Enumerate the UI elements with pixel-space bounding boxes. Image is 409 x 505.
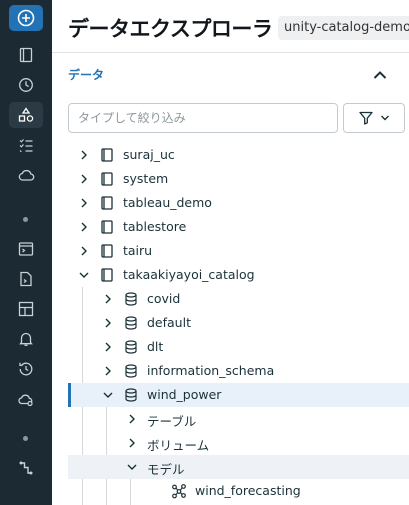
chevron-up-icon[interactable] bbox=[372, 68, 388, 82]
tree-item-label: information_schema bbox=[147, 363, 275, 378]
chevron-right-icon[interactable] bbox=[125, 412, 139, 426]
catalog-book-icon bbox=[101, 172, 113, 186]
sql-warehouses-icon bbox=[18, 394, 33, 407]
sidebar-item-queries[interactable] bbox=[9, 266, 43, 292]
section-title: データ bbox=[68, 68, 105, 82]
chevron-right-icon[interactable] bbox=[101, 316, 115, 330]
tree-item-catalog[interactable]: tairu bbox=[68, 239, 409, 263]
left-sidebar bbox=[0, 0, 52, 505]
chevron-right-icon[interactable] bbox=[101, 364, 115, 378]
tree-item-group[interactable]: モデル bbox=[68, 455, 409, 479]
dashboards-icon bbox=[18, 301, 34, 317]
chevron-right-icon[interactable] bbox=[125, 436, 139, 450]
model-icon bbox=[172, 484, 186, 499]
sidebar-item-compute[interactable] bbox=[9, 162, 43, 188]
sidebar-item-sql-editor[interactable] bbox=[9, 236, 43, 262]
tree-item-label: wind_forecasting bbox=[195, 483, 301, 498]
sql-editor-icon bbox=[18, 242, 34, 256]
sidebar-item-sql-warehouses[interactable] bbox=[9, 386, 43, 412]
queries-icon bbox=[20, 271, 32, 287]
chevron-down-icon[interactable] bbox=[101, 388, 115, 402]
tree-item-label: wind_power bbox=[147, 387, 222, 402]
chevron-right-icon[interactable] bbox=[101, 340, 115, 354]
workspace-badge: unity-catalog-demo bbox=[278, 16, 409, 40]
workflows-icon bbox=[19, 139, 33, 153]
compute-icon bbox=[18, 169, 35, 181]
tree-item-label: default bbox=[147, 315, 191, 330]
partner-connect-icon bbox=[19, 461, 33, 475]
tree-item-schema[interactable]: covid bbox=[68, 287, 409, 311]
tree-item-catalog[interactable]: takaakiyayoi_catalog bbox=[68, 263, 409, 287]
tree-item-label: モデル bbox=[147, 462, 185, 477]
tree-item-schema[interactable]: default bbox=[68, 311, 409, 335]
chevron-right-icon[interactable] bbox=[77, 196, 91, 210]
database-icon bbox=[125, 364, 137, 378]
tree-item-group[interactable]: ボリューム bbox=[68, 431, 409, 455]
catalog-book-icon bbox=[101, 148, 113, 162]
new-button[interactable] bbox=[9, 5, 43, 31]
alerts-icon bbox=[19, 332, 33, 346]
tree-item-schema[interactable]: information_schema bbox=[68, 359, 409, 383]
tree-item-catalog[interactable]: tablestore bbox=[68, 215, 409, 239]
tree-item-label: covid bbox=[147, 291, 181, 306]
catalog-book-icon bbox=[101, 220, 113, 234]
chevron-right-icon[interactable] bbox=[77, 148, 91, 162]
sidebar-item-recents[interactable] bbox=[9, 72, 43, 98]
data-explorer-panel: データエクスプローラ unity-catalog-demo データ suraj_… bbox=[52, 0, 409, 505]
catalog-icon bbox=[18, 107, 34, 122]
tree-item-label: dlt bbox=[147, 339, 164, 354]
database-icon bbox=[125, 292, 137, 306]
sidebar-separator-dot bbox=[23, 217, 28, 222]
chevron-right-icon[interactable] bbox=[77, 220, 91, 234]
chevron-down-icon[interactable] bbox=[125, 460, 139, 474]
tree-item-label: suraj_uc bbox=[123, 147, 175, 162]
tree-item-catalog[interactable]: tableau_demo bbox=[68, 191, 409, 215]
tree-item-schema[interactable]: wind_power bbox=[68, 383, 409, 407]
tree-item-schema[interactable]: dlt bbox=[68, 335, 409, 359]
catalog-book-icon bbox=[101, 196, 113, 210]
sidebar-item-dashboards[interactable] bbox=[9, 296, 43, 322]
chevron-right-icon[interactable] bbox=[101, 292, 115, 306]
tree-item-label: ボリューム bbox=[147, 438, 210, 453]
database-icon bbox=[125, 316, 137, 330]
tree-item-label: takaakiyayoi_catalog bbox=[123, 267, 255, 282]
page-title: データエクスプローラ bbox=[68, 17, 273, 41]
header-divider bbox=[52, 52, 409, 53]
sidebar-item-alerts[interactable] bbox=[9, 326, 43, 352]
query-history-icon bbox=[19, 362, 33, 376]
filter-input[interactable] bbox=[68, 103, 338, 133]
chevron-right-icon[interactable] bbox=[77, 172, 91, 186]
tree-item-catalog[interactable]: suraj_uc bbox=[68, 143, 409, 167]
sidebar-item-query-history[interactable] bbox=[9, 356, 43, 382]
sidebar-item-catalog[interactable] bbox=[9, 102, 43, 128]
sidebar-separator-dot-2 bbox=[23, 436, 28, 441]
chevron-right-icon[interactable] bbox=[77, 244, 91, 258]
tree-item-catalog[interactable]: system bbox=[68, 167, 409, 191]
tree-item-label: tablestore bbox=[123, 219, 187, 234]
new-icon bbox=[17, 9, 35, 27]
filter-button[interactable] bbox=[343, 103, 405, 133]
tree-item-label: system bbox=[123, 171, 169, 186]
sidebar-item-workspace[interactable] bbox=[9, 42, 43, 68]
sidebar-item-partner-connect[interactable] bbox=[9, 455, 43, 481]
database-icon bbox=[125, 388, 137, 402]
tree-item-label: tairu bbox=[123, 243, 153, 258]
catalog-book-icon bbox=[101, 244, 113, 258]
tree-item-group[interactable]: テーブル bbox=[68, 407, 409, 431]
tree-item-model[interactable]: wind_forecasting bbox=[68, 479, 409, 503]
sidebar-item-workflows[interactable] bbox=[9, 132, 43, 158]
chevron-down-icon[interactable] bbox=[77, 268, 91, 282]
tree-item-label: テーブル bbox=[147, 414, 197, 429]
tree-item-label: tableau_demo bbox=[123, 195, 212, 210]
catalog-book-icon bbox=[101, 268, 113, 282]
recents-icon bbox=[19, 78, 33, 92]
workspace-icon bbox=[19, 47, 33, 63]
filter-icon bbox=[358, 111, 373, 125]
chevron-down-icon bbox=[380, 115, 389, 121]
database-icon bbox=[125, 340, 137, 354]
